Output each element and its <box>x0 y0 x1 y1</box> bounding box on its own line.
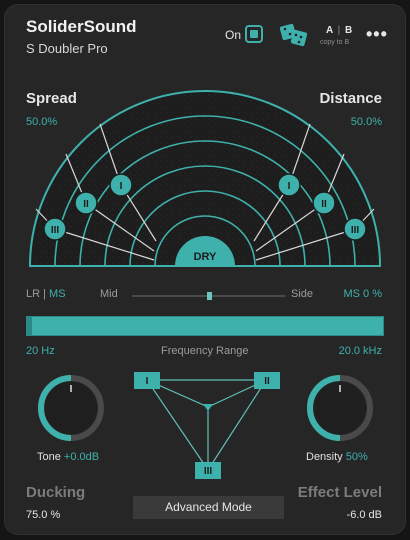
ducking-value[interactable]: 75.0 % <box>26 509 60 521</box>
lr-ms-toggle[interactable]: LR | MS <box>26 288 66 300</box>
frequency-low-value: 20 Hz <box>26 345 55 357</box>
voice-right-2[interactable]: II <box>312 191 336 215</box>
triangle-node-1-label: I <box>146 376 149 387</box>
tone-knob[interactable] <box>36 373 106 443</box>
ms-label[interactable]: MS <box>49 288 66 300</box>
lr-ms-separator: | <box>43 288 46 300</box>
triangle-node-1[interactable]: I <box>134 372 160 389</box>
plugin-window: SoliderSound S Doubler Pro On A | B copy… <box>4 4 406 535</box>
voice-right-3-label: III <box>351 225 360 236</box>
voice-left-1[interactable]: I <box>109 173 133 197</box>
voice-right-1-label: I <box>288 181 291 192</box>
effect-level-value[interactable]: -6.0 dB <box>347 509 382 521</box>
frequency-high-value: 20.0 kHz <box>338 345 382 357</box>
density-knob[interactable] <box>305 373 375 443</box>
effect-level-label: Effect Level <box>297 484 382 501</box>
ms-value: MS 0 % <box>343 288 382 300</box>
tone-value: +0.0dB <box>63 451 100 463</box>
voice-left-3[interactable]: III <box>43 217 67 241</box>
frequency-low-handle[interactable] <box>26 316 32 336</box>
triangle-position-marker[interactable] <box>203 404 213 411</box>
dry-label: DRY <box>194 251 217 263</box>
voice-left-2[interactable]: II <box>74 191 98 215</box>
mid-side-slider-thumb[interactable] <box>207 292 212 300</box>
triangle-node-3[interactable]: III <box>195 462 221 479</box>
density-value: 50% <box>345 451 368 463</box>
triangle-node-3-label: III <box>204 466 213 477</box>
voice-right-2-label: II <box>321 199 327 210</box>
voice-left-3-label: III <box>51 225 60 236</box>
tone-label: Tone <box>37 451 61 463</box>
voice-right-1[interactable]: I <box>277 173 301 197</box>
triangle-node-2-label: II <box>264 376 270 387</box>
side-label: Side <box>291 288 314 300</box>
stereo-stage[interactable]: DRY I II III I II III <box>4 4 406 279</box>
voice-left-1-label: I <box>120 181 123 192</box>
frequency-range-slider[interactable] <box>26 316 384 336</box>
voice-left-2-label: II <box>83 199 89 210</box>
triangle-node-2[interactable]: II <box>254 372 280 389</box>
density-label-group: Density 50% <box>306 451 368 463</box>
density-label: Density <box>306 451 343 463</box>
lr-label[interactable]: LR <box>26 288 40 300</box>
ducking-label: Ducking <box>26 484 86 501</box>
voice-balance-triangle[interactable]: I II III <box>126 366 286 484</box>
mid-label: Mid <box>100 288 118 300</box>
voice-right-3[interactable]: III <box>343 217 367 241</box>
tone-label-group: Tone +0.0dB <box>37 451 99 463</box>
frequency-range-label: Frequency Range <box>161 345 249 357</box>
advanced-mode-button[interactable]: Advanced Mode <box>133 496 284 519</box>
